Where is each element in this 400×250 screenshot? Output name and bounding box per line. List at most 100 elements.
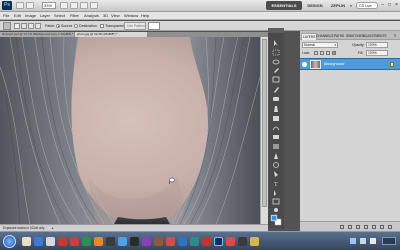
status-bar: Exposure works in 32-bit only ▸ bbox=[0, 224, 268, 231]
blend-mode-select[interactable]: Normal ▾ bbox=[302, 42, 338, 48]
menu-view[interactable]: View bbox=[111, 12, 120, 20]
type-tool-icon: T bbox=[274, 182, 278, 188]
screen-mode-button[interactable] bbox=[90, 2, 98, 9]
app-purple-icon[interactable] bbox=[142, 237, 151, 246]
menu-image[interactable]: Image bbox=[25, 12, 36, 20]
app-teal-icon[interactable] bbox=[190, 237, 199, 246]
app-orange-icon[interactable] bbox=[94, 237, 103, 246]
menu-edit[interactable]: Edit bbox=[14, 12, 21, 20]
bridge-button[interactable] bbox=[16, 2, 24, 9]
pattern-swatch[interactable] bbox=[148, 22, 160, 30]
menu-analysis[interactable]: Analysis bbox=[84, 12, 99, 20]
notepad-icon[interactable] bbox=[46, 237, 55, 246]
new-selection-icon[interactable] bbox=[14, 23, 20, 29]
tab-adjustments[interactable]: ADJUSTMENTS bbox=[362, 33, 388, 39]
tray-network-icon[interactable] bbox=[350, 238, 356, 244]
browser-icon[interactable] bbox=[34, 237, 43, 246]
adjustment-layer-icon[interactable] bbox=[364, 225, 368, 229]
application-bar: Ps 33% ESSENTIALS DESIGN ZEPLIN » CS Liv… bbox=[0, 0, 400, 12]
fill-label: Fill: bbox=[358, 51, 364, 55]
app-green-icon[interactable] bbox=[82, 237, 91, 246]
maximize-icon[interactable]: □ bbox=[386, 2, 393, 9]
chevron-down-icon: ▾ bbox=[334, 43, 336, 47]
toolbar-header[interactable] bbox=[268, 28, 284, 33]
zoom-level-field[interactable]: 33% bbox=[42, 2, 56, 9]
layer-name[interactable]: Background bbox=[324, 59, 344, 70]
start-button-icon[interactable] bbox=[3, 235, 16, 248]
new-layer-icon[interactable] bbox=[380, 225, 384, 229]
use-pattern-label: Use Pattern bbox=[127, 24, 145, 28]
link-layers-icon[interactable] bbox=[340, 225, 344, 229]
menu-3d[interactable]: 3D bbox=[103, 12, 108, 20]
lock-transparent-icon[interactable] bbox=[314, 51, 318, 55]
tab-channels[interactable]: CHANNELS bbox=[315, 33, 334, 39]
app-dark-icon[interactable] bbox=[106, 237, 115, 246]
history-brush-tool-icon bbox=[272, 126, 280, 131]
vertical-scrollbar[interactable] bbox=[260, 37, 268, 224]
app-red-3-icon[interactable] bbox=[166, 237, 175, 246]
destination-radio[interactable] bbox=[74, 24, 78, 28]
explorer-icon[interactable] bbox=[22, 237, 31, 246]
app-blue-2-icon[interactable] bbox=[178, 237, 187, 246]
app-dark-3-icon[interactable] bbox=[238, 237, 247, 246]
app-red-4-icon[interactable] bbox=[202, 237, 211, 246]
source-radio[interactable] bbox=[56, 24, 60, 28]
fill-field[interactable]: 100% bbox=[366, 50, 388, 56]
quick-mask-button[interactable] bbox=[271, 215, 277, 221]
tray-volume-icon[interactable] bbox=[360, 238, 366, 244]
menu-help[interactable]: Help bbox=[141, 12, 149, 20]
tray-flag-icon[interactable] bbox=[370, 238, 376, 244]
transparent-checkbox[interactable] bbox=[100, 24, 104, 28]
visibility-eye-icon[interactable] bbox=[302, 62, 307, 67]
app-red-icon[interactable] bbox=[58, 237, 67, 246]
app-red-5-icon[interactable] bbox=[226, 237, 235, 246]
app-dark-2-icon[interactable] bbox=[130, 237, 139, 246]
arrange-documents-button[interactable] bbox=[80, 2, 88, 9]
lock-all-icon[interactable] bbox=[332, 51, 336, 55]
app-blue-icon[interactable] bbox=[118, 237, 127, 246]
mini-bridge-button[interactable] bbox=[26, 2, 34, 9]
trash-icon[interactable] bbox=[388, 225, 392, 229]
layer-style-icon[interactable] bbox=[348, 225, 352, 229]
app-yellow-icon[interactable] bbox=[250, 237, 259, 246]
tab-paths[interactable]: PATHS bbox=[333, 33, 345, 39]
subtract-selection-icon[interactable] bbox=[28, 23, 34, 29]
cs-live-button[interactable]: CS Live bbox=[356, 2, 378, 9]
minimize-icon[interactable]: – bbox=[379, 2, 386, 9]
scroll-thumb[interactable] bbox=[262, 39, 267, 207]
opacity-field[interactable]: 100% bbox=[366, 42, 388, 48]
crop-tool-icon bbox=[272, 76, 280, 83]
menu-file[interactable]: File bbox=[3, 12, 9, 20]
workspace-design[interactable]: DESIGN bbox=[304, 1, 326, 10]
layer-mask-icon[interactable] bbox=[356, 225, 360, 229]
menu-layer[interactable]: Layer bbox=[40, 12, 50, 20]
workspace-essentials[interactable]: ESSENTIALS bbox=[266, 1, 302, 10]
options-bar: Patch: Source Destination Transparent Us… bbox=[0, 21, 400, 31]
panel-menu-icon[interactable]: ≡ bbox=[394, 33, 396, 38]
status-menu-icon[interactable]: ▸ bbox=[52, 226, 54, 230]
layer-row-background[interactable]: Background bbox=[300, 58, 400, 70]
brush-tool-icon bbox=[274, 106, 278, 112]
photoshop-taskbar-icon[interactable] bbox=[214, 237, 223, 246]
close-icon[interactable]: × bbox=[393, 2, 400, 9]
menu-filter[interactable]: Filter bbox=[70, 12, 79, 20]
hand-tool-button[interactable] bbox=[60, 2, 68, 9]
app-red-2-icon[interactable] bbox=[70, 237, 79, 246]
workspace-zeplin[interactable]: ZEPLIN bbox=[328, 1, 348, 10]
more-workspaces-icon[interactable]: » bbox=[348, 1, 354, 10]
lock-image-icon[interactable] bbox=[320, 51, 324, 55]
app-brown-icon[interactable] bbox=[154, 237, 163, 246]
lock-position-icon[interactable] bbox=[326, 51, 330, 55]
photo-image bbox=[0, 37, 260, 224]
new-group-icon[interactable] bbox=[372, 225, 376, 229]
add-to-selection-icon[interactable] bbox=[21, 23, 27, 29]
document-canvas[interactable] bbox=[0, 37, 260, 224]
patch-tool-icon[interactable] bbox=[3, 22, 11, 30]
rotate-view-button[interactable] bbox=[70, 2, 78, 9]
menu-window[interactable]: Window bbox=[124, 12, 138, 20]
menu-select[interactable]: Select bbox=[54, 12, 65, 20]
intersect-selection-icon[interactable] bbox=[35, 23, 41, 29]
tray-clock-area[interactable] bbox=[382, 237, 396, 245]
use-pattern-button[interactable]: Use Pattern bbox=[124, 22, 146, 30]
pen-tool-icon bbox=[274, 171, 278, 177]
